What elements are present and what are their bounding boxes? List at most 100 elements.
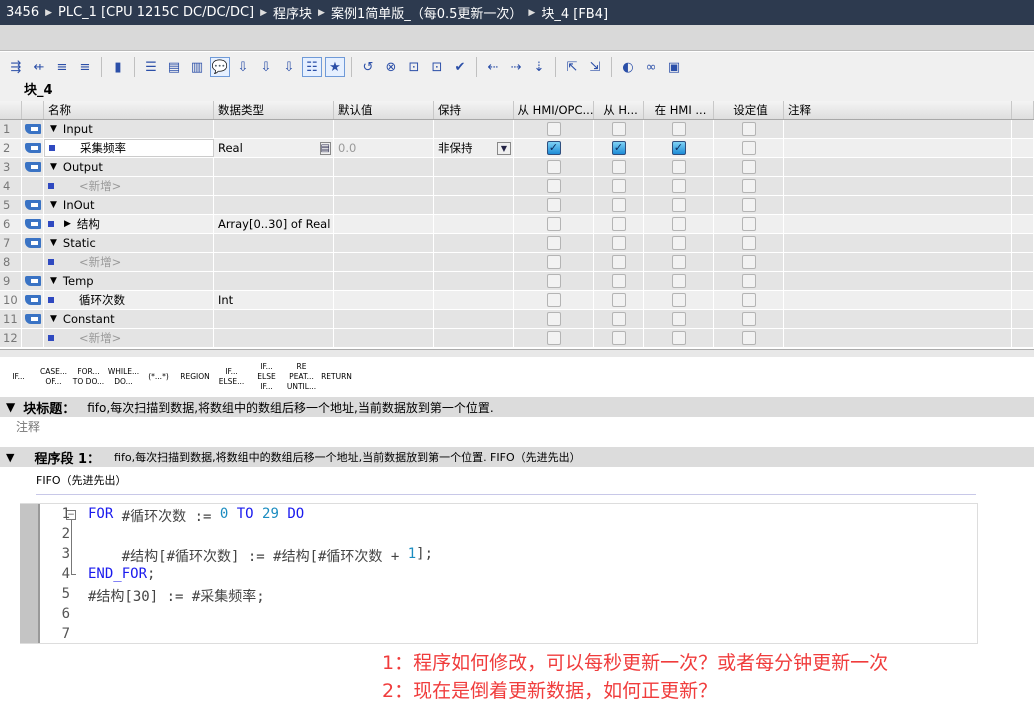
checkbox[interactable] <box>741 198 756 212</box>
table-row[interactable]: 10 循环次数 Int <box>0 291 1034 310</box>
checkbox[interactable] <box>671 179 686 193</box>
outdent-icon[interactable]: ⇣ <box>529 57 549 77</box>
checkbox-checked[interactable]: ✓ <box>546 141 561 155</box>
table-row[interactable]: 7 ▼ Static <box>0 234 1034 253</box>
checkbox[interactable] <box>546 312 561 326</box>
insert-network-icon[interactable]: ≡ <box>52 57 72 77</box>
collapse-icon[interactable]: ▼ <box>6 451 14 464</box>
close-call-icon[interactable]: ⊗ <box>381 57 401 77</box>
comment-cell[interactable] <box>784 310 1012 328</box>
breadcrumb-item[interactable]: 程序块 <box>273 3 312 22</box>
glasses-icon[interactable]: ∞ <box>641 57 661 77</box>
checkbox[interactable] <box>671 160 686 174</box>
expand-icon[interactable]: ▶ <box>64 219 71 229</box>
name-cell[interactable]: <新增> <box>44 177 214 195</box>
list-icon[interactable]: ☷ <box>302 57 322 77</box>
retain-cell[interactable] <box>434 253 514 271</box>
check-icon[interactable]: ✔ <box>450 57 470 77</box>
comment-cell[interactable] <box>784 196 1012 214</box>
snippet-button[interactable]: REGION <box>177 360 213 394</box>
retain-cell[interactable] <box>434 215 514 233</box>
checkbox[interactable] <box>611 331 626 345</box>
retain-cell[interactable] <box>434 196 514 214</box>
code-editor[interactable]: − 1 FOR #循环次数 := 0 TO 29 DO 2 3 #结构[#循环次数] … <box>20 503 978 644</box>
network-comment[interactable]: FIFO（先进先出） <box>36 472 976 495</box>
checkbox[interactable] <box>546 331 561 345</box>
retain-cell[interactable] <box>434 120 514 138</box>
column-header[interactable] <box>0 101 22 119</box>
snippet-button[interactable]: IF... ELSE IF... <box>250 360 283 394</box>
snippet-button[interactable]: WHILE... DO... <box>107 360 140 394</box>
table-row[interactable]: 6 ▶ 结构 Array[0..30] of Real <box>0 215 1034 234</box>
checkbox[interactable] <box>741 160 756 174</box>
name-cell[interactable]: 采集频率 <box>44 139 214 157</box>
checkbox[interactable] <box>741 236 756 250</box>
plc-icon[interactable]: ▣ <box>664 57 684 77</box>
comment-cell[interactable] <box>784 272 1012 290</box>
network-title[interactable]: fifo,每次扫描到数据,将数组中的数组后移一个地址,当前数据放到第一个位置. … <box>114 449 581 465</box>
checkbox[interactable] <box>546 198 561 212</box>
column-header[interactable]: 在 HMI ... <box>644 101 714 119</box>
checkbox[interactable] <box>671 217 686 231</box>
network-icon[interactable]: ⇩ <box>256 57 276 77</box>
name-cell[interactable]: <新增> <box>44 329 214 347</box>
datatype-cell[interactable] <box>214 253 334 271</box>
snippet-button[interactable]: IF... <box>2 360 35 394</box>
column-header[interactable]: 设定值 <box>714 101 784 119</box>
delete-row-icon[interactable]: ⇷ <box>29 57 49 77</box>
datatype-cell[interactable] <box>214 329 334 347</box>
checkbox[interactable] <box>671 312 686 326</box>
collapse-icon[interactable]: ▼ <box>50 276 57 286</box>
name-cell[interactable]: ▼ InOut <box>44 196 214 214</box>
datatype-cell[interactable]: Int <box>214 291 334 309</box>
comment-cell[interactable] <box>784 215 1012 233</box>
block-title-bar[interactable]: ▼ 块标题： fifo,每次扫描到数据,将数组中的数组后移一个地址,当前数据放到… <box>0 397 1034 417</box>
default-value-cell[interactable] <box>334 215 434 233</box>
snippet-button[interactable]: IF... ELSE... <box>215 360 248 394</box>
table-row[interactable]: 12 <新增> <box>0 329 1034 348</box>
checkbox[interactable] <box>546 217 561 231</box>
collapse-icon[interactable]: ▼ <box>50 162 57 172</box>
goto2-icon[interactable]: ⇲ <box>585 57 605 77</box>
checkbox[interactable] <box>546 255 561 269</box>
checkbox[interactable] <box>741 255 756 269</box>
table-row[interactable]: 8 <新增> <box>0 253 1034 272</box>
column-header[interactable] <box>22 101 44 119</box>
code-line[interactable]: 7 <box>48 626 88 646</box>
datatype-cell[interactable]: Array[0..30] of Real <box>214 215 334 233</box>
collapse-icon[interactable]: ▼ <box>50 238 57 248</box>
checkbox[interactable] <box>546 236 561 250</box>
snippet-button[interactable]: CASE... OF... <box>37 360 70 394</box>
checkbox[interactable] <box>741 331 756 345</box>
call2-icon[interactable]: ⇩ <box>279 57 299 77</box>
collapse-icon[interactable]: ▼ <box>50 314 57 324</box>
checkbox-checked[interactable]: ✓ <box>611 141 626 155</box>
retain-cell[interactable] <box>434 177 514 195</box>
checkbox[interactable] <box>611 198 626 212</box>
column-header[interactable]: 名称 <box>44 101 214 119</box>
default-value-cell[interactable] <box>334 253 434 271</box>
default-value-cell[interactable] <box>334 272 434 290</box>
code-line[interactable]: 5 #结构[30] := #采集频率; <box>48 586 265 606</box>
name-cell[interactable]: ▼ Output <box>44 158 214 176</box>
datatype-cell[interactable] <box>214 177 334 195</box>
name-cell[interactable]: ▶ 结构 <box>44 215 214 233</box>
default-value-cell[interactable] <box>334 310 434 328</box>
block-title-text[interactable]: fifo,每次扫描到数据,将数组中的数组后移一个地址,当前数据放到第一个位置. <box>87 399 493 416</box>
watch-icon[interactable]: ◐ <box>618 57 638 77</box>
default-value-cell[interactable] <box>334 291 434 309</box>
retain-cell[interactable] <box>434 158 514 176</box>
ref2-icon[interactable]: ⊡ <box>427 57 447 77</box>
collapse-icon[interactable]: ▼ <box>50 124 57 134</box>
checkbox[interactable] <box>611 274 626 288</box>
comment-cell[interactable] <box>784 329 1012 347</box>
snippet-button[interactable]: RETURN <box>320 360 353 394</box>
table-row[interactable]: 11 ▼ Constant <box>0 310 1034 329</box>
comment-icon[interactable]: 💬 <box>210 57 230 77</box>
default-value-cell[interactable] <box>334 329 434 347</box>
table-row[interactable]: 1 ▼ Input <box>0 120 1034 139</box>
column-header[interactable]: 数据类型 <box>214 101 334 119</box>
checkbox[interactable] <box>546 160 561 174</box>
checkbox[interactable] <box>546 122 561 136</box>
datatype-cell[interactable] <box>214 310 334 328</box>
